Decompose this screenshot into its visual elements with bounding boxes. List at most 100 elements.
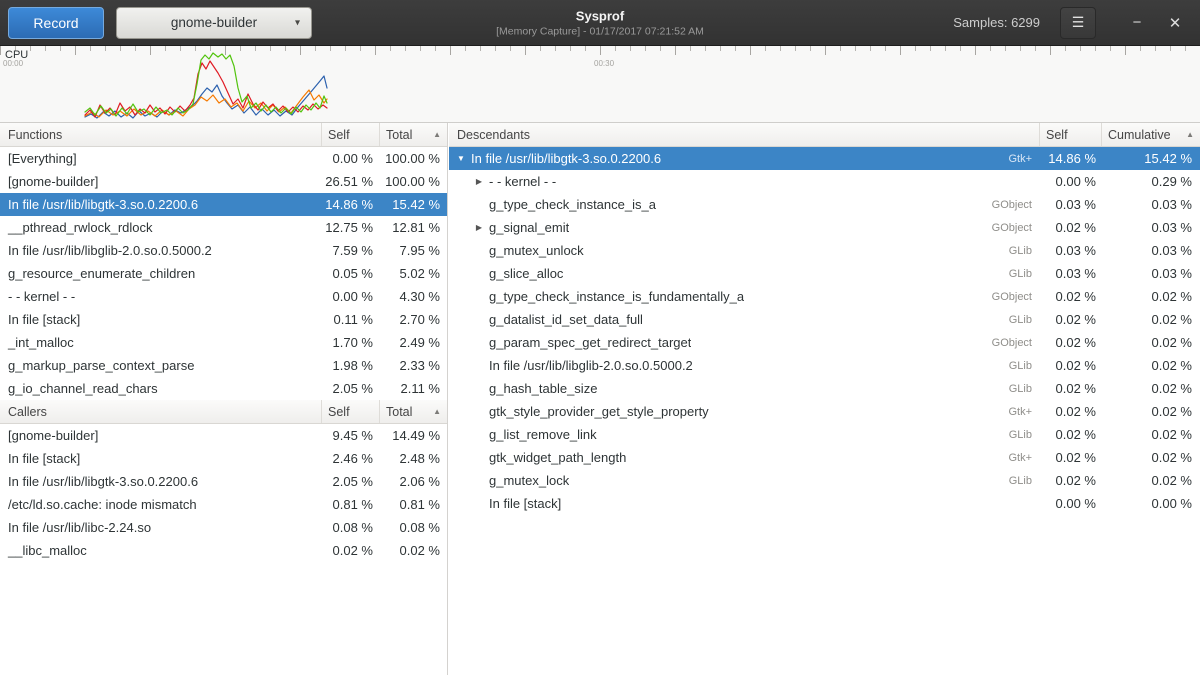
function-row[interactable]: In file /usr/lib/libgtk-3.so.0.2200.6 14…: [0, 193, 447, 216]
function-row[interactable]: g_resource_enumerate_children 0.05 % 5.0…: [0, 262, 447, 285]
caller-row[interactable]: [gnome-builder] 9.45 % 14.49 %: [0, 424, 447, 447]
close-icon: ✕: [1169, 15, 1182, 32]
function-name: g_io_channel_read_chars: [0, 381, 322, 396]
function-self-value: 2.05 %: [322, 381, 380, 396]
descendant-cumulative-value: 0.02 %: [1102, 473, 1200, 488]
descendant-row[interactable]: g_datalist_id_set_data_full GLib 0.02 % …: [449, 308, 1200, 331]
descendant-name: gtk_widget_path_length: [487, 450, 626, 465]
cpu-timeline[interactable]: CPU 00:00 00:30: [0, 46, 1200, 123]
function-row[interactable]: __pthread_rwlock_rdlock 12.75 % 12.81 %: [0, 216, 447, 239]
left-panel: Functions Self Total ▲ [Everything] 0.00…: [0, 123, 448, 675]
descendant-self-value: 0.02 %: [1040, 473, 1102, 488]
expander-icon[interactable]: ▶: [471, 177, 487, 186]
descendant-name: g_type_check_instance_is_fundamentally_a: [487, 289, 744, 304]
process-selector-dropdown[interactable]: gnome-builder ▾: [116, 7, 312, 39]
descendant-cumulative-value: 0.29 %: [1102, 174, 1200, 189]
function-total-value: 2.33 %: [380, 358, 447, 373]
descendant-row[interactable]: gtk_widget_path_length Gtk+ 0.02 % 0.02 …: [449, 446, 1200, 469]
functions-self-column-header[interactable]: Self: [322, 123, 380, 146]
function-self-value: 1.98 %: [322, 358, 380, 373]
descendants-column-header[interactable]: Descendants: [449, 123, 1040, 146]
function-self-value: 26.51 %: [322, 174, 380, 189]
descendant-category-badge: GLib: [1009, 475, 1040, 487]
function-name: __pthread_rwlock_rdlock: [0, 220, 322, 235]
function-total-value: 2.11 %: [380, 381, 447, 396]
descendant-category-badge: GObject: [992, 337, 1040, 349]
callers-total-column-header[interactable]: Total ▲: [380, 400, 447, 423]
descendant-row[interactable]: In file [stack] 0.00 % 0.00 %: [449, 492, 1200, 515]
expander-icon[interactable]: ▼: [453, 154, 469, 163]
descendant-row[interactable]: g_list_remove_link GLib 0.02 % 0.02 %: [449, 423, 1200, 446]
function-row[interactable]: _int_malloc 1.70 % 2.49 %: [0, 331, 447, 354]
function-name: _int_malloc: [0, 335, 322, 350]
caller-self-value: 2.46 %: [322, 451, 380, 466]
function-total-value: 4.30 %: [380, 289, 447, 304]
descendant-row[interactable]: ▼ In file /usr/lib/libgtk-3.so.0.2200.6 …: [449, 147, 1200, 170]
caller-total-value: 14.49 %: [380, 428, 447, 443]
minimize-button[interactable]: −: [1124, 10, 1150, 36]
sort-indicator-icon: ▲: [1186, 130, 1194, 139]
header-right: Samples: 6299 ☰ − ✕: [953, 7, 1200, 39]
descendants-panel: Descendants Self Cumulative ▲ ▼ In file …: [449, 123, 1200, 675]
descendant-self-value: 0.03 %: [1040, 266, 1102, 281]
record-button[interactable]: Record: [8, 7, 104, 39]
function-row[interactable]: g_io_channel_read_chars 2.05 % 2.11 %: [0, 377, 447, 400]
chevron-down-icon: ▾: [295, 17, 300, 28]
function-name: In file [stack]: [0, 312, 322, 327]
close-button[interactable]: ✕: [1162, 10, 1188, 36]
descendant-category-badge: GLib: [1009, 268, 1040, 280]
caller-row[interactable]: In file [stack] 2.46 % 2.48 %: [0, 447, 447, 470]
caller-row[interactable]: /etc/ld.so.cache: inode mismatch 0.81 % …: [0, 493, 447, 516]
descendant-row[interactable]: g_hash_table_size GLib 0.02 % 0.02 %: [449, 377, 1200, 400]
descendant-row[interactable]: g_param_spec_get_redirect_target GObject…: [449, 331, 1200, 354]
descendant-row[interactable]: g_type_check_instance_is_fundamentally_a…: [449, 285, 1200, 308]
function-row[interactable]: - - kernel - - 0.00 % 4.30 %: [0, 285, 447, 308]
descendant-row[interactable]: g_slice_alloc GLib 0.03 % 0.03 %: [449, 262, 1200, 285]
menu-button[interactable]: ☰: [1060, 7, 1096, 39]
function-name: [gnome-builder]: [0, 174, 322, 189]
descendant-row[interactable]: g_mutex_lock GLib 0.02 % 0.02 %: [449, 469, 1200, 492]
descendant-category-badge: GObject: [992, 222, 1040, 234]
function-total-value: 100.00 %: [380, 174, 447, 189]
app-title: Sysprof: [496, 8, 704, 23]
callers-column-header[interactable]: Callers: [0, 400, 322, 423]
function-row[interactable]: g_markup_parse_context_parse 1.98 % 2.33…: [0, 354, 447, 377]
function-total-value: 15.42 %: [380, 197, 447, 212]
function-total-value: 2.70 %: [380, 312, 447, 327]
caller-row[interactable]: __libc_malloc 0.02 % 0.02 %: [0, 539, 447, 562]
caller-self-value: 9.45 %: [322, 428, 380, 443]
function-row[interactable]: In file /usr/lib/libglib-2.0.so.0.5000.2…: [0, 239, 447, 262]
time-label-mid: 00:30: [594, 59, 614, 68]
function-self-value: 0.00 %: [322, 289, 380, 304]
descendant-name: g_hash_table_size: [487, 381, 597, 396]
caller-self-value: 0.08 %: [322, 520, 380, 535]
descendant-row[interactable]: In file /usr/lib/libglib-2.0.so.0.5000.2…: [449, 354, 1200, 377]
descendant-category-badge: Gtk+: [1008, 452, 1040, 464]
function-self-value: 0.00 %: [322, 151, 380, 166]
descendant-category-badge: Gtk+: [1008, 153, 1040, 165]
descendants-cumulative-column-header[interactable]: Cumulative ▲: [1102, 123, 1200, 146]
function-total-value: 5.02 %: [380, 266, 447, 281]
caller-name: In file [stack]: [0, 451, 322, 466]
caller-name: [gnome-builder]: [0, 428, 322, 443]
descendant-row[interactable]: g_type_check_instance_is_a GObject 0.03 …: [449, 193, 1200, 216]
descendant-row[interactable]: gtk_style_provider_get_style_property Gt…: [449, 400, 1200, 423]
caller-total-value: 2.48 %: [380, 451, 447, 466]
callers-self-column-header[interactable]: Self: [322, 400, 380, 423]
caller-row[interactable]: In file /usr/lib/libc-2.24.so 0.08 % 0.0…: [0, 516, 447, 539]
expander-icon[interactable]: ▶: [471, 223, 487, 232]
function-self-value: 1.70 %: [322, 335, 380, 350]
function-row[interactable]: [Everything] 0.00 % 100.00 %: [0, 147, 447, 170]
functions-total-header-label: Total: [386, 128, 412, 142]
cpu-graph: [0, 46, 1200, 123]
function-row[interactable]: [gnome-builder] 26.51 % 100.00 %: [0, 170, 447, 193]
function-row[interactable]: In file [stack] 0.11 % 2.70 %: [0, 308, 447, 331]
functions-column-header[interactable]: Functions: [0, 123, 322, 146]
caller-row[interactable]: In file /usr/lib/libgtk-3.so.0.2200.6 2.…: [0, 470, 447, 493]
functions-total-column-header[interactable]: Total ▲: [380, 123, 447, 146]
descendant-self-value: 0.00 %: [1040, 174, 1102, 189]
descendant-row[interactable]: ▶ g_signal_emit GObject 0.02 % 0.03 %: [449, 216, 1200, 239]
descendant-row[interactable]: ▶ - - kernel - - 0.00 % 0.29 %: [449, 170, 1200, 193]
descendants-self-column-header[interactable]: Self: [1040, 123, 1102, 146]
descendant-row[interactable]: g_mutex_unlock GLib 0.03 % 0.03 %: [449, 239, 1200, 262]
